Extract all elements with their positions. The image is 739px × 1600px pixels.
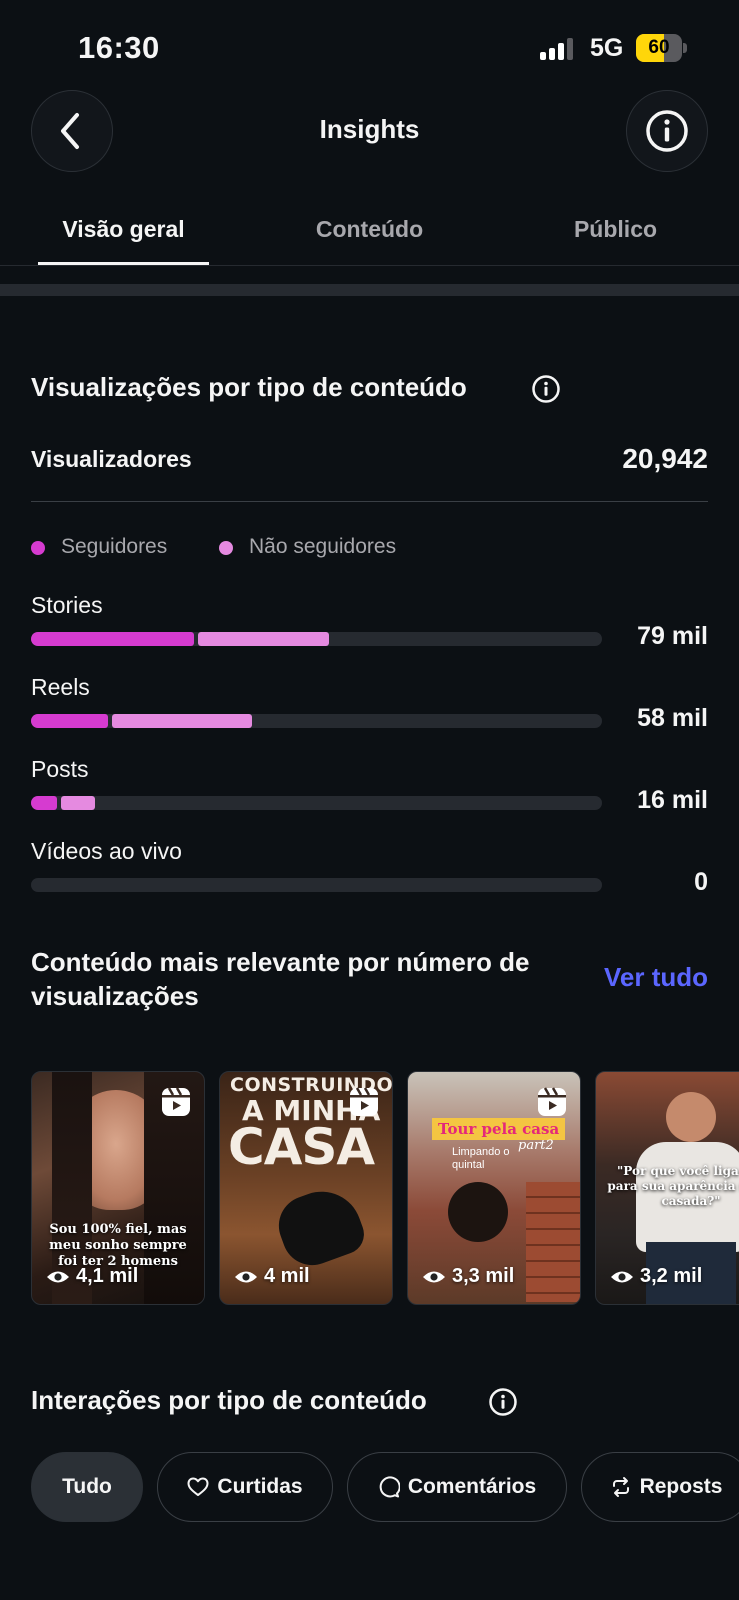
bar-value: 0 [694,868,708,896]
viewers-value: 20,942 [622,443,708,474]
views-by-type-title: Visualizações por tipo de conteúdo [31,372,467,402]
chip-label: Comentários [407,1475,537,1498]
views-count: 3,3 mil [452,1265,515,1287]
thumbnail-caption: "Por que você liga tan para sua aparênci… [607,1164,739,1208]
comment-icon [379,1476,400,1498]
info-icon[interactable] [488,1387,518,1417]
reel-icon [538,1087,566,1116]
bar-label: Posts [31,756,89,782]
top-content-carousel[interactable]: Sou 100% fiel, mas meu sonho sempre foi … [31,1071,739,1305]
tab-bar: Visão geral Conteúdo Público [0,200,739,266]
info-button[interactable] [626,90,708,172]
chip-label: Tudo [62,1475,112,1498]
tab-overview[interactable]: Visão geral [38,216,209,243]
views-count: 4 mil [264,1265,310,1287]
thumbnail-views: 3,2 mil [610,1265,702,1288]
status-time: 16:30 [78,30,160,65]
bar-row-reels: Reels 58 mil [31,674,708,744]
thumbnail-overlay-tag: Tour pela casa [432,1118,566,1140]
chip-comments[interactable]: Comentários [347,1452,567,1522]
top-bar: Insights [0,88,739,172]
active-tab-indicator [38,262,209,265]
info-icon [646,110,688,152]
divider [31,501,708,502]
content-thumbnail[interactable]: "Por que você liga tan para sua aparênci… [595,1071,739,1305]
reel-icon [350,1087,378,1116]
chip-all[interactable]: Tudo [31,1452,143,1522]
interaction-filter-chips: Tudo Curtidas Comentários Reposts [31,1452,739,1524]
thumbnail-caption: Sou 100% fiel, mas meu sonho sempre foi … [49,1222,187,1269]
insights-screen: 16:30 5G 60 Insights Visão geral Conteúd… [0,0,739,1600]
eye-icon [235,1271,257,1282]
network-type: 5G [590,34,624,62]
bar-track [31,714,602,728]
chip-reposts[interactable]: Reposts [581,1452,739,1522]
bar-track [31,796,602,810]
legend-dot-followers [31,541,45,555]
heart-icon [187,1477,209,1496]
viewers-label: Visualizadores [31,446,192,472]
bar-row-stories: Stories 79 mil [31,592,708,662]
bar-label: Stories [31,592,103,618]
thumbnail-views: 4,1 mil [46,1265,138,1288]
bar-non-followers [198,632,329,646]
chip-label: Reposts [639,1475,723,1498]
tab-audience[interactable]: Público [530,216,701,243]
top-content-title: Conteúdo mais relevante por número de vi… [31,947,530,1011]
bar-value: 79 mil [637,622,708,650]
legend-label-non-followers: Não seguidores [249,535,397,558]
status-bar: 16:30 5G 60 [0,0,739,88]
tab-content[interactable]: Conteúdo [284,216,455,243]
thumbnail-views: 4 mil [234,1265,310,1288]
interactions-title: Interações por tipo de conteúdo [31,1385,427,1415]
content-thumbnail[interactable]: Sou 100% fiel, mas meu sonho sempre foi … [31,1071,205,1305]
eye-icon [611,1271,633,1282]
battery-level: 60 [648,37,670,58]
bar-value: 58 mil [637,704,708,732]
bar-value: 16 mil [637,786,708,814]
bar-followers [31,796,57,810]
bar-non-followers [112,714,252,728]
see-all-link[interactable]: Ver tudo [604,962,708,993]
chip-likes[interactable]: Curtidas [157,1452,333,1522]
eye-icon [47,1271,69,1282]
content-thumbnail[interactable]: CONSTRUINDO A MINHA CASA 4 mil [219,1071,393,1305]
views-count: 4,1 mil [76,1265,139,1287]
signal-strength-icon [540,38,576,60]
chip-label: Curtidas [217,1475,303,1498]
bar-row-posts: Posts 16 mil [31,756,708,826]
bar-track [31,878,602,892]
thumbnail-overlay-text: CASA [228,1118,375,1176]
content-thumbnail[interactable]: Tour pela casa Limpando o quintal part2 … [407,1071,581,1305]
bar-followers [31,632,194,646]
section-divider [0,284,739,296]
reel-icon [162,1087,190,1116]
battery-icon: 60 [636,34,687,62]
bar-non-followers [61,796,95,810]
bar-followers [31,714,108,728]
bar-row-live-videos: Vídeos ao vivo 0 [31,838,708,908]
legend-label-followers: Seguidores [61,535,168,558]
views-count: 3,2 mil [640,1265,703,1287]
bar-label: Vídeos ao vivo [31,838,182,864]
thumbnail-overlay-text: part2 [518,1138,554,1153]
repost-icon [612,1477,629,1497]
eye-icon [423,1271,445,1282]
thumbnail-overlay-text: Limpando o quintal [452,1146,510,1171]
bar-label: Reels [31,674,90,700]
legend-dot-non-followers [219,541,233,555]
info-icon[interactable] [531,374,561,404]
thumbnail-views: 3,3 mil [422,1265,514,1288]
bar-track [31,632,602,646]
